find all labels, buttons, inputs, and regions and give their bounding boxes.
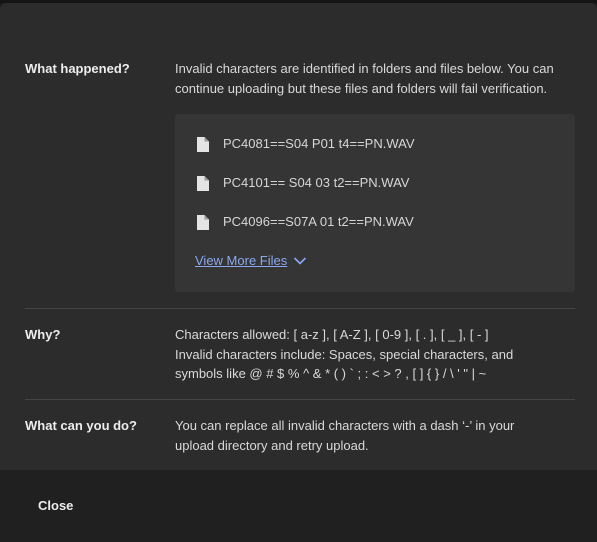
dialog-footer: Close <box>0 470 597 542</box>
what-can-you-do-line-1: You can replace all invalid characters w… <box>175 418 515 433</box>
file-icon <box>195 214 211 230</box>
file-name: PC4101== S04 03 t2==PN.WAV <box>223 175 410 190</box>
why-line-1: Characters allowed: [ a-z ], [ A-Z ], [ … <box>175 327 489 342</box>
view-more-files-label: View More Files <box>195 253 288 268</box>
list-item: PC4101== S04 03 t2==PN.WAV <box>195 173 409 193</box>
file-icon <box>195 175 211 191</box>
what-happened-text: Invalid characters are identified in fol… <box>175 59 575 98</box>
divider <box>25 399 575 400</box>
why-label: Why? <box>25 327 61 342</box>
divider <box>25 308 575 309</box>
list-item: PC4081==S04 P01 t4==PN.WAV <box>195 134 415 154</box>
file-icon <box>195 136 211 152</box>
why-line-2: Invalid characters include: Spaces, spec… <box>175 346 514 362</box>
what-can-you-do-label: What can you do? <box>25 418 137 433</box>
view-more-files-link[interactable]: View More Files <box>195 253 307 268</box>
what-happened-label: What happened? <box>25 61 130 76</box>
file-name: PC4081==S04 P01 t4==PN.WAV <box>223 136 415 151</box>
invalid-characters-dialog: What happened? Invalid characters are id… <box>0 3 597 470</box>
what-happened-line-1: Invalid characters are identified in fol… <box>175 61 554 76</box>
file-name: PC4096==S07A 01 t2==PN.WAV <box>223 214 414 229</box>
what-can-you-do-line-2: upload directory and retry upload. <box>175 437 369 453</box>
chevron-down-icon <box>293 254 307 268</box>
why-text: Characters allowed: [ a-z ], [ A-Z ], [ … <box>175 325 575 384</box>
close-button[interactable]: Close <box>26 494 85 517</box>
why-line-3: symbols like @ # $ % ^ & * ( ) ` ; : < >… <box>175 366 487 381</box>
list-item: PC4096==S07A 01 t2==PN.WAV <box>195 212 414 232</box>
invalid-files-list: PC4081==S04 P01 t4==PN.WAV PC4101== S04 … <box>175 114 575 292</box>
what-happened-line-2: continue uploading but these files and f… <box>175 80 548 96</box>
what-can-you-do-text: You can replace all invalid characters w… <box>175 416 575 455</box>
